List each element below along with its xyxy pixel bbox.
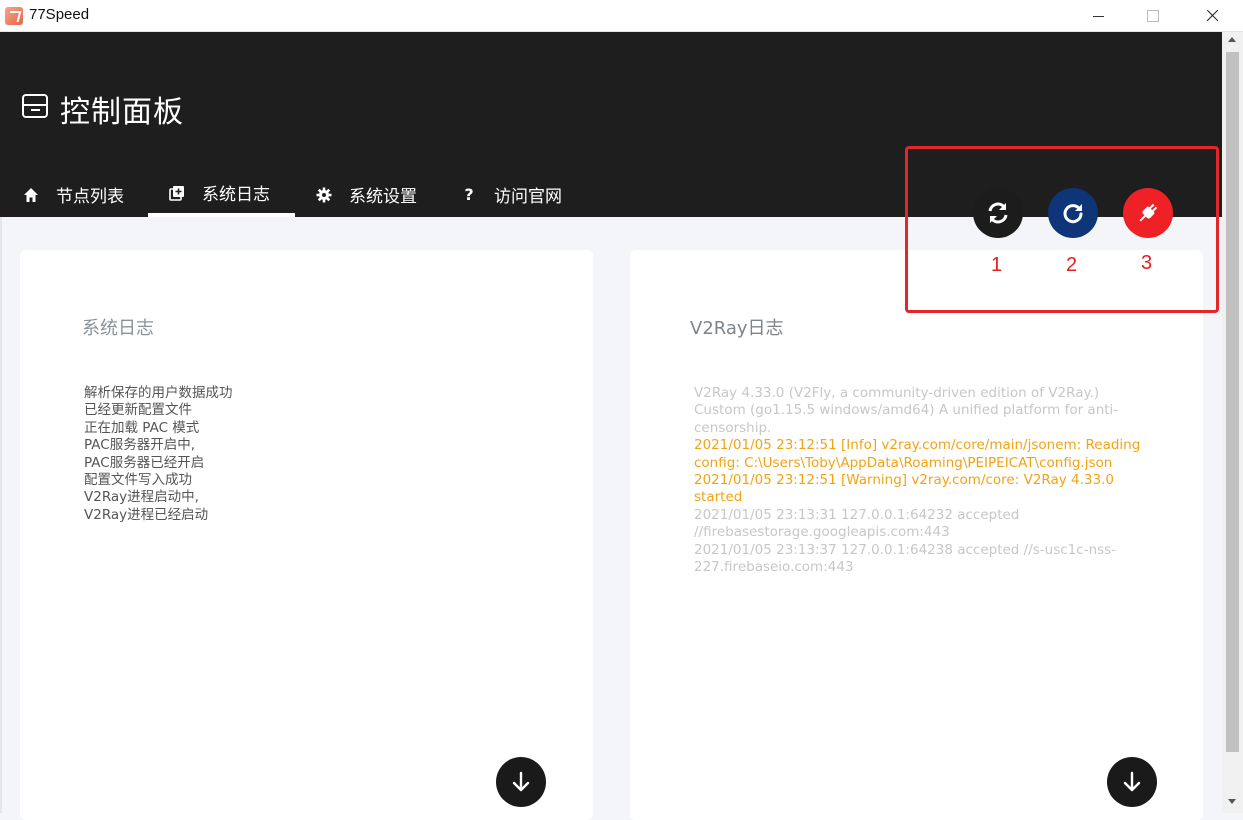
left-edge [0, 217, 2, 813]
arrow-down-icon [1123, 771, 1141, 792]
arrow-down-icon [512, 771, 530, 792]
log-line: PAC服务器开启中, [84, 437, 195, 454]
log-line-info: 2021/01/05 23:12:51 [Info] v2ray.com/cor… [694, 437, 1141, 471]
tab-label: 系统日志 [202, 185, 270, 205]
log-line: V2Ray进程启动中, [84, 489, 199, 506]
v2ray-log-card: V2Ray日志 V2Ray 4.33.0 (V2Fly, a community… [630, 250, 1203, 820]
annotation-box [905, 146, 1219, 313]
close-button[interactable] [1183, 0, 1239, 32]
annotation-label-3: 3 [1141, 252, 1153, 274]
log-icon [168, 184, 186, 202]
tab-visit-website[interactable]: ? 访问官网 [460, 172, 562, 217]
tab-label: 系统设置 [349, 187, 417, 207]
system-log-title: 系统日志 [82, 318, 154, 339]
log-line: 配置文件写入成功 [84, 472, 192, 489]
annotation-label-1: 1 [991, 254, 1003, 276]
tab-label: 节点列表 [56, 187, 124, 207]
log-line: PAC服务器已经开启 [84, 454, 205, 471]
window-title: 77Speed [29, 6, 90, 23]
log-line: 解析保存的用户数据成功 [84, 385, 233, 401]
question-icon: ? [464, 185, 474, 204]
annotation-label-2: 2 [1066, 254, 1078, 276]
log-line: 已经更新配置文件 [84, 402, 192, 419]
v2ray-log-content: V2Ray 4.33.0 (V2Fly, a community-driven … [694, 385, 1154, 576]
v2ray-log-title: V2Ray日志 [690, 318, 784, 339]
app-logo-icon [5, 7, 23, 25]
scroll-down-arrow-icon[interactable] [1228, 799, 1236, 804]
minimize-button[interactable] [1071, 0, 1127, 32]
title-bar: 77Speed [0, 0, 1243, 32]
scrollbar-thumb[interactable] [1226, 52, 1239, 752]
system-log-card: 系统日志 解析保存的用户数据成功 已经更新配置文件 正在加载 PAC 模式 PA… [20, 250, 593, 820]
dashboard-icon [22, 94, 48, 118]
log-line: 2021/01/05 23:13:37 127.0.0.1:64238 acce… [694, 541, 1117, 576]
tab-system-settings[interactable]: 系统设置 [315, 172, 417, 217]
scroll-to-bottom-button[interactable] [1107, 757, 1157, 807]
tab-node-list[interactable]: 节点列表 [22, 172, 124, 217]
tab-system-log[interactable]: 系统日志 [148, 172, 295, 217]
scroll-up-arrow-icon[interactable] [1228, 37, 1236, 42]
gear-icon [315, 186, 333, 204]
log-line: V2Ray进程已经启动 [84, 506, 209, 523]
page-title: 控制面板 [60, 95, 184, 130]
vertical-scrollbar[interactable] [1222, 32, 1243, 813]
log-line-warning: 2021/01/05 23:12:51 [Warning] v2ray.com/… [694, 472, 1114, 506]
system-log-content: 解析保存的用户数据成功 已经更新配置文件 正在加载 PAC 模式 PAC服务器开… [84, 385, 233, 524]
home-icon [22, 186, 40, 204]
tab-label: 访问官网 [494, 187, 562, 207]
log-line: 正在加载 PAC 模式 [84, 419, 200, 436]
scroll-to-bottom-button[interactable] [496, 757, 546, 807]
log-line: V2Ray 4.33.0 (V2Fly, a community-driven … [694, 385, 1119, 436]
log-line: 2021/01/05 23:13:31 127.0.0.1:64232 acce… [694, 506, 1020, 541]
maximize-button[interactable] [1126, 0, 1182, 32]
